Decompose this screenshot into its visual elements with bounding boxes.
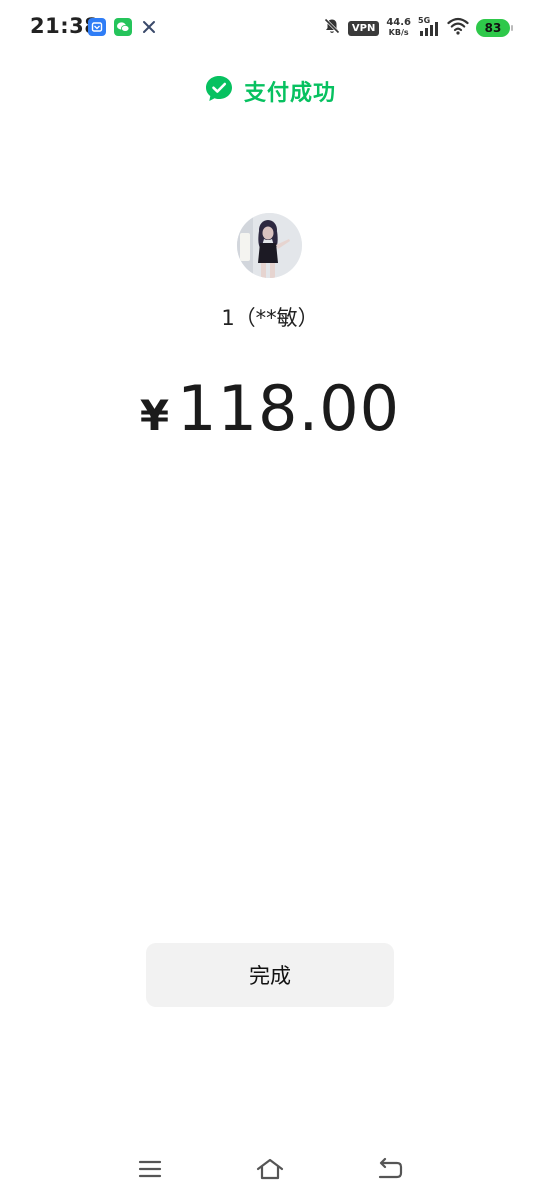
system-nav-bar	[0, 1148, 540, 1188]
battery-indicator: 83	[476, 19, 513, 37]
success-check-icon	[204, 74, 234, 108]
payment-amount: ¥ 118.00	[0, 372, 540, 445]
wifi-icon	[447, 17, 469, 39]
status-bar: 21:38 VPN 44.6 KB/s 5G 83	[0, 0, 540, 56]
network-speed: 44.6 KB/s	[386, 18, 411, 38]
status-right-group: VPN 44.6 KB/s 5G 83	[323, 16, 513, 39]
mail-app-icon	[88, 18, 106, 36]
x-app-icon	[140, 18, 158, 36]
cellular-signal: 5G	[418, 16, 440, 37]
back-icon[interactable]	[375, 1154, 405, 1184]
vpn-badge: VPN	[347, 20, 380, 36]
payment-success-header: 支付成功	[0, 74, 540, 108]
wechat-icon	[114, 18, 132, 36]
payee-name: 1（**敏）	[221, 306, 319, 330]
cellular-signal-label: 5G	[418, 16, 431, 25]
payment-success-screen: 21:38 VPN 44.6 KB/s 5G 83 支付成功 1（**敏） ¥ …	[0, 0, 540, 1200]
amount-value: 118.00	[177, 372, 401, 445]
home-icon[interactable]	[255, 1154, 285, 1184]
notification-icons	[88, 18, 158, 36]
payee-avatar	[237, 213, 302, 278]
network-speed-value: 44.6	[386, 17, 411, 28]
done-button[interactable]: 完成	[146, 943, 394, 1007]
network-speed-unit: KB/s	[388, 28, 409, 37]
mute-icon	[323, 17, 341, 39]
menu-icon[interactable]	[135, 1154, 165, 1184]
currency-symbol: ¥	[139, 391, 170, 440]
page-title: 支付成功	[243, 81, 336, 106]
